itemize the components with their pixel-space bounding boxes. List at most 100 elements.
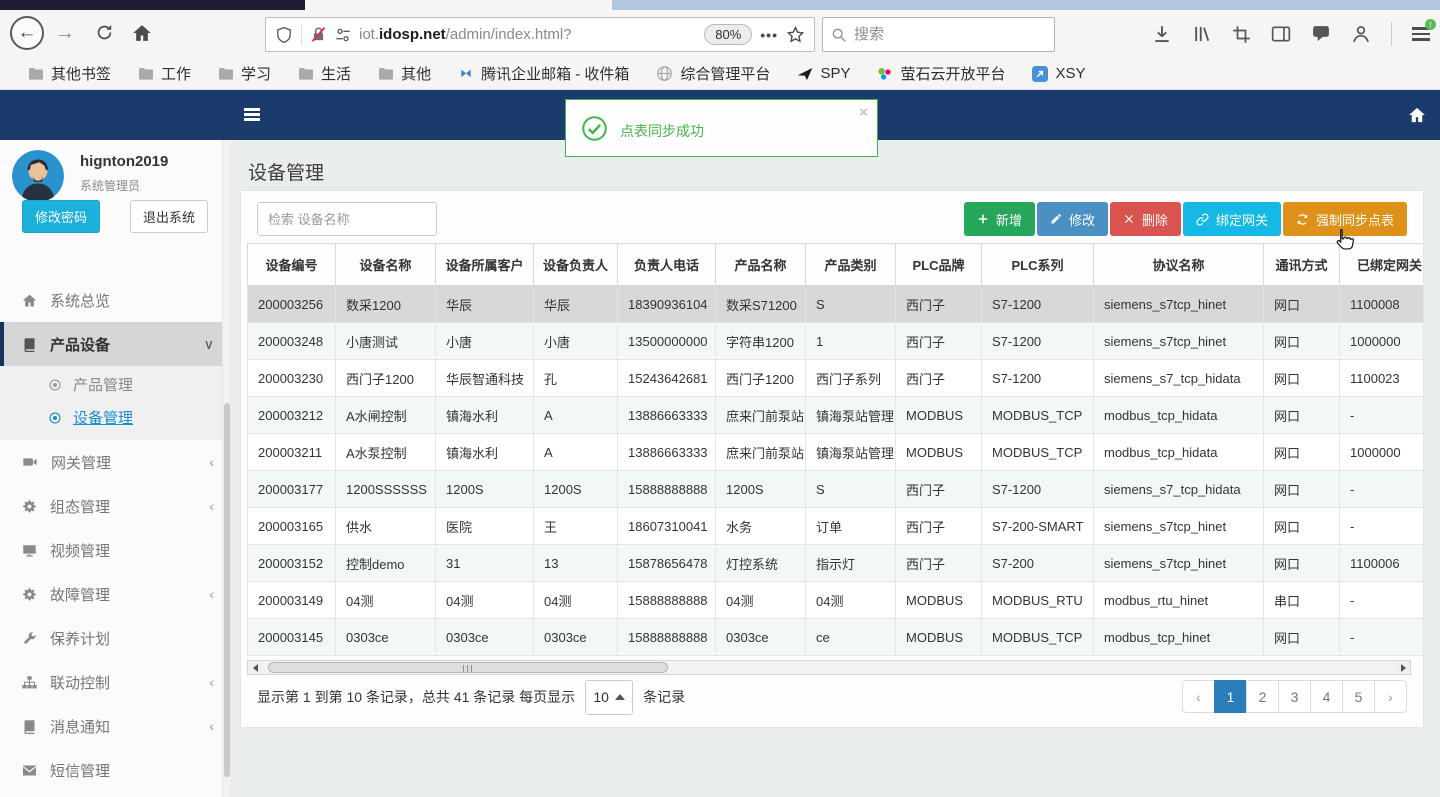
library-icon[interactable] xyxy=(1192,24,1212,44)
table-cell: 网口 xyxy=(1263,285,1340,323)
reload-button[interactable] xyxy=(95,23,114,42)
sidebar-item-card-management[interactable]: 卡片管理 xyxy=(0,792,230,797)
sidebar-collapse-icon[interactable] xyxy=(244,108,260,121)
chevron-left-icon: ‹ xyxy=(209,718,214,734)
column-header-0[interactable]: 设备编号 xyxy=(247,243,336,286)
page-next-button[interactable]: › xyxy=(1374,680,1407,713)
table-cell: 15888888888 xyxy=(617,581,716,619)
page-button-3[interactable]: 3 xyxy=(1278,680,1311,713)
table-row[interactable]: 200003248 小唐测试 小唐 小唐 13500000000 字符串1200 1 西门子 S… xyxy=(247,322,1423,360)
browser-search-box[interactable] xyxy=(822,17,1055,52)
page-button-2[interactable]: 2 xyxy=(1246,680,1279,713)
bookmark-folder-study[interactable]: 学习 xyxy=(218,63,271,84)
sidebar-item-product-device[interactable]: 产品设备 ∨ xyxy=(0,322,230,366)
forward-button[interactable]: → xyxy=(55,22,75,45)
bookmark-star-icon[interactable] xyxy=(786,25,805,44)
table-row[interactable]: 200003230 西门子1200 华辰智通科技孔 15243642681 西门子120… xyxy=(247,359,1423,397)
table-cell: 网口 xyxy=(1263,396,1340,434)
scrollbar-thumb[interactable] xyxy=(268,662,668,673)
add-button[interactable]: 新增 xyxy=(963,202,1035,236)
page-actions-icon[interactable]: ••• xyxy=(760,27,778,43)
column-header-9[interactable]: 协议名称 xyxy=(1093,243,1264,286)
back-button[interactable]: ← xyxy=(10,16,44,50)
sidebar-toggle-icon[interactable] xyxy=(1271,24,1291,44)
bookmark-ezviz[interactable]: 萤石云开放平台 xyxy=(877,63,1005,84)
sidebar-item-config-management[interactable]: 组态管理 ‹ xyxy=(0,484,230,528)
sidebar-item-gateway-management[interactable]: 网关管理 ‹ xyxy=(0,440,230,484)
column-header-10[interactable]: 通讯方式 xyxy=(1263,243,1340,286)
column-header-6[interactable]: 产品类别 xyxy=(805,243,896,286)
page-button-1[interactable]: 1 xyxy=(1214,680,1247,713)
sidebar-item-system-overview[interactable]: 系统总览 xyxy=(0,278,230,322)
table-cell: 王 xyxy=(533,507,618,545)
table-row[interactable]: 200003149 04测 04测 04测 15888888888 04测 04测 MODBU… xyxy=(247,581,1423,619)
sidebar-item-linkage-control[interactable]: 联动控制 ‹ xyxy=(0,660,230,704)
sidebar-scrollbar[interactable] xyxy=(222,140,230,797)
table-row[interactable]: 200003165 供水 医院王 18607310041 水务 订单 西门子 S7-200-S… xyxy=(247,507,1423,545)
bookmark-folder-work[interactable]: 工作 xyxy=(138,63,191,84)
screenshot-crop-icon[interactable] xyxy=(1232,25,1251,44)
sidebar-item-sms-management[interactable]: 短信管理 xyxy=(0,748,230,792)
avatar xyxy=(12,150,64,202)
browser-search-input[interactable] xyxy=(854,26,1014,43)
url-bar[interactable]: iot.idosp.net/admin/index.html? 80% ••• xyxy=(265,17,815,52)
sidebar-item-message-notify[interactable]: 消息通知 ‹ xyxy=(0,704,230,748)
bookmark-folder-misc[interactable]: 其他 xyxy=(378,63,431,84)
sidebar-item-video-management[interactable]: 视频管理 xyxy=(0,528,230,572)
insecure-lock-icon[interactable] xyxy=(310,26,327,43)
table-row[interactable]: 200003256 数采1200 华辰 华辰 18390936104 数采S71200 S 西… xyxy=(247,285,1423,323)
table-cell: 西门子1200 xyxy=(335,359,436,397)
table-cell: modbus_tcp_hinet xyxy=(1093,618,1264,656)
change-password-button[interactable]: 修改密码 xyxy=(22,200,100,233)
table-row[interactable]: 200003145 0303ce 0303ce 0303ce 15888888888 03… xyxy=(247,618,1423,656)
pagination: ‹ 1 2 3 4 5 › xyxy=(1182,680,1407,713)
table-row[interactable]: 200003177 1200SSSSSS 1200S 1200S 15888888888… xyxy=(247,470,1423,508)
tracking-shield-icon[interactable] xyxy=(275,26,293,44)
bookmark-spy[interactable]: SPY xyxy=(797,65,850,82)
page-size-select[interactable]: 10 xyxy=(585,679,634,715)
bookmark-folder-other[interactable]: 其他书签 xyxy=(28,63,111,84)
device-search-input[interactable] xyxy=(257,202,437,236)
sidebar-item-fault-management[interactable]: 故障管理 ‹ xyxy=(0,572,230,616)
column-header-1[interactable]: 设备名称 xyxy=(335,243,436,286)
bookmark-tencent-mail[interactable]: 腾讯企业邮箱 - 收件箱 xyxy=(458,63,629,84)
page-button-4[interactable]: 4 xyxy=(1310,680,1343,713)
app-home-icon[interactable] xyxy=(1408,106,1426,124)
zoom-level-badge[interactable]: 80% xyxy=(704,24,753,45)
column-header-2[interactable]: 设备所属客户 xyxy=(435,243,534,286)
table-row[interactable]: 200003211 A水泵控制 镇海水利 A 13886663333 庶来门前泵站 镇海泵站… xyxy=(247,433,1423,471)
edit-button[interactable]: 修改 xyxy=(1036,202,1108,236)
table-cell: MODBUS_TCP xyxy=(981,618,1094,656)
column-header-5[interactable]: 产品名称 xyxy=(715,243,806,286)
scroll-left-arrow[interactable] xyxy=(248,661,262,674)
table-cell: 西门子 xyxy=(895,470,982,508)
close-icon[interactable]: × xyxy=(859,104,868,121)
bookmark-folder-life[interactable]: 生活 xyxy=(298,63,351,84)
sidebar-item-product-management[interactable]: 产品管理 xyxy=(0,368,230,401)
scroll-right-arrow[interactable] xyxy=(1396,661,1410,674)
bookmark-xsy[interactable]: XSY xyxy=(1032,65,1085,82)
column-header-3[interactable]: 设备负责人 xyxy=(533,243,618,286)
page-prev-button[interactable]: ‹ xyxy=(1182,680,1215,713)
downloads-icon[interactable] xyxy=(1152,24,1172,44)
column-header-4[interactable]: 负责人电话 xyxy=(617,243,716,286)
account-icon[interactable] xyxy=(1351,24,1371,44)
page-button-5[interactable]: 5 xyxy=(1342,680,1375,713)
delete-button[interactable]: 删除 xyxy=(1109,202,1181,236)
bookmark-mgmt-platform[interactable]: 综合管理平台 xyxy=(656,63,770,84)
message-bubble-icon[interactable] xyxy=(1311,24,1331,44)
column-header-7[interactable]: PLC品牌 xyxy=(895,243,982,286)
sidebar-item-maintenance-plan[interactable]: 保养计划 xyxy=(0,616,230,660)
home-button[interactable] xyxy=(132,23,152,43)
app-menu-icon[interactable]: ↑ xyxy=(1412,19,1436,41)
sidebar-item-device-management[interactable]: 设备管理 xyxy=(0,401,230,434)
active-tab-segment[interactable] xyxy=(305,0,612,10)
logout-button[interactable]: 退出系统 xyxy=(130,200,208,233)
table-row[interactable]: 200003212 A水闸控制 镇海水利 A 13886663333 庶来门前泵站 镇海泵站… xyxy=(247,396,1423,434)
table-cell: 西门子 xyxy=(895,507,982,545)
horizontal-scrollbar[interactable] xyxy=(247,660,1411,675)
permissions-icon[interactable] xyxy=(335,27,351,43)
table-row[interactable]: 200003152 控制demo 31 13 15878656478 灯控系统 指示灯 西门子… xyxy=(247,544,1423,582)
bind-gateway-button[interactable]: 绑定网关 xyxy=(1182,202,1281,236)
column-header-8[interactable]: PLC系列 xyxy=(981,243,1094,286)
